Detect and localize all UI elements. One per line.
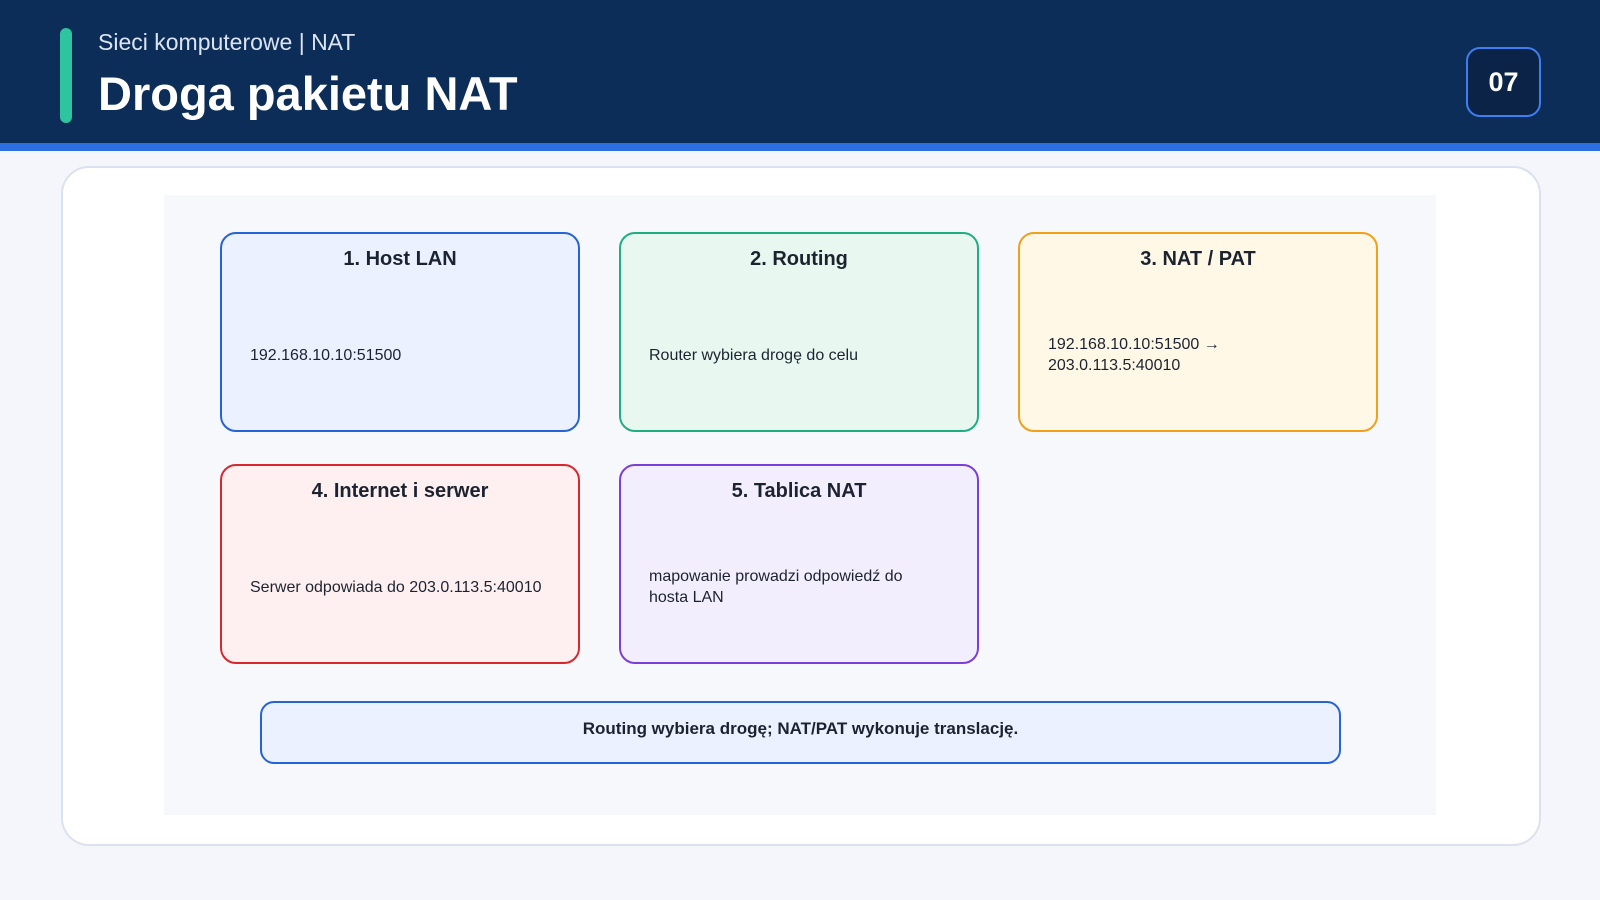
accent-bar (60, 28, 72, 123)
box-host-lan: 1. Host LAN 192.168.10.10:51500 (220, 232, 580, 432)
box-internet-server-title: 4. Internet i serwer (311, 480, 489, 502)
box-nat-pat-body: 192.168.10.10:51500 → 203.0.113.5:40010 (1048, 336, 1220, 374)
slide-subtitle: Sieci komputerowe | NAT (98, 29, 356, 55)
box-nat-pat: 3. NAT / PAT 192.168.10.10:51500 → 203.0… (1018, 232, 1378, 432)
box-internet-server: 4. Internet i serwer Serwer odpowiada do… (220, 464, 580, 664)
box-host-lan-body: 192.168.10.10:51500 (250, 346, 402, 364)
box-host-lan-title: 1. Host LAN (343, 248, 457, 270)
box-nat-table: 5. Tablica NAT mapowanie prowadzi odpowi… (619, 464, 979, 664)
box-nat-table-title: 5. Tablica NAT (731, 480, 867, 502)
box-routing-body: Router wybiera drogę do celu (649, 346, 859, 364)
slide-number-badge: 07 (1466, 47, 1541, 117)
box-routing: 2. Routing Router wybiera drogę do celu (619, 232, 979, 432)
slide-title: Droga pakietu NAT (98, 67, 518, 120)
box-internet-server-body: Serwer odpowiada do 203.0.113.5:40010 (250, 578, 542, 596)
box-routing-title: 2. Routing (750, 248, 848, 270)
header-underline (0, 143, 1600, 151)
box-nat-table-body: mapowanie prowadzi odpowiedź do hosta LA… (649, 568, 903, 606)
summary-banner: Routing wybiera drogę; NAT/PAT wykonuje … (260, 701, 1341, 764)
box-nat-pat-title: 3. NAT / PAT (1140, 248, 1256, 270)
